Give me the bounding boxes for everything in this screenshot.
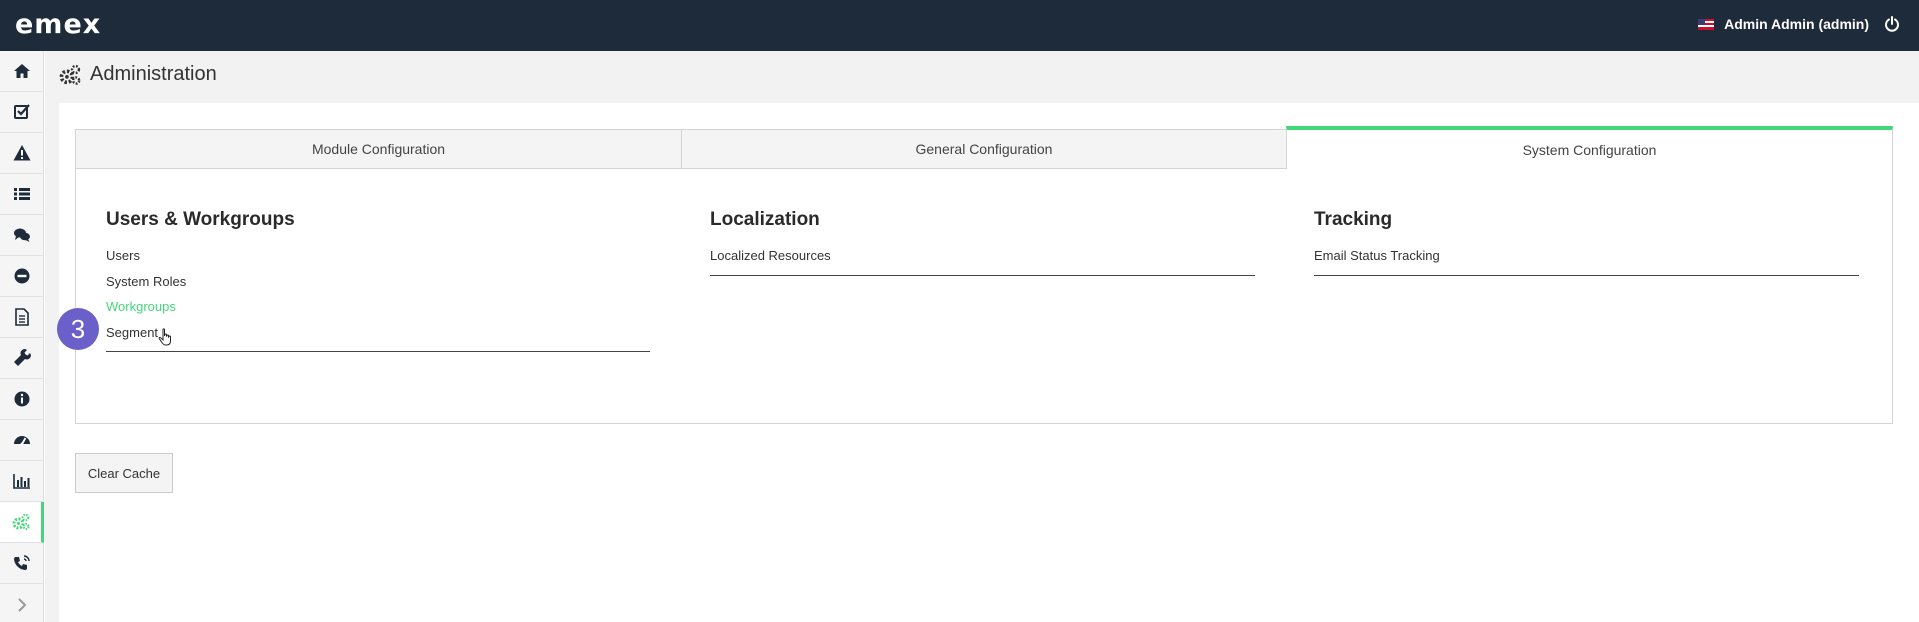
- link-users[interactable]: Users: [106, 243, 650, 269]
- section-title: Users & Workgroups: [106, 209, 295, 230]
- section-divider: [710, 274, 1255, 276]
- link-segment[interactable]: Segment: [106, 320, 650, 346]
- user-menu[interactable]: Admin Admin (admin): [1698, 15, 1901, 33]
- step-badge: 3: [57, 308, 99, 350]
- link-workgroups[interactable]: Workgroups: [106, 294, 650, 320]
- sidebar-item-incidents[interactable]: [0, 133, 44, 174]
- wrench-icon: [14, 349, 31, 366]
- list-icon: [14, 188, 30, 200]
- top-bar: emex Admin Admin (admin): [0, 0, 1919, 51]
- tab-general-configuration[interactable]: General Configuration: [681, 129, 1287, 169]
- page-title: Administration: [90, 63, 217, 85]
- clear-cache-button[interactable]: Clear Cache: [75, 453, 173, 493]
- section-tracking: Tracking Email Status Tracking: [1314, 209, 1859, 276]
- phone-volume-icon: [14, 555, 30, 570]
- sidebar-item-dashboard[interactable]: [0, 420, 44, 461]
- user-name[interactable]: Admin Admin (admin): [1724, 16, 1869, 32]
- link-system-roles[interactable]: System Roles: [106, 269, 650, 295]
- comments-icon: [14, 228, 30, 242]
- link-email-status-tracking[interactable]: Email Status Tracking: [1314, 243, 1859, 269]
- sidebar-item-tools[interactable]: [0, 338, 44, 379]
- tab-system-configuration[interactable]: System Configuration: [1286, 126, 1893, 169]
- home-icon: [14, 64, 30, 78]
- document-icon: [15, 308, 29, 326]
- section-title: Localization: [710, 209, 820, 230]
- sidebar-expand[interactable]: [0, 584, 44, 622]
- sidebar-item-home[interactable]: [0, 51, 44, 92]
- chevron-right-icon: [18, 597, 27, 612]
- uk-flag-icon[interactable]: [1698, 18, 1715, 30]
- section-divider: [106, 351, 650, 352]
- sidebar-item-tasks[interactable]: [0, 92, 44, 133]
- gears-icon: [59, 64, 81, 85]
- power-icon[interactable]: [1883, 15, 1901, 33]
- link-localized-resources[interactable]: Localized Resources: [710, 243, 1255, 269]
- sidebar-item-administration[interactable]: [0, 502, 44, 543]
- warning-icon: [13, 145, 31, 161]
- minus-circle-icon: [14, 268, 30, 284]
- info-icon: [14, 391, 30, 407]
- section-users-workgroups: Users & Workgroups Users System Roles Wo…: [106, 209, 650, 352]
- main-content: Administration Module Configuration Gene…: [45, 51, 1919, 622]
- sidebar: [0, 51, 44, 622]
- sidebar-item-documents[interactable]: [0, 297, 44, 338]
- system-configuration-panel: Users & Workgroups Users System Roles Wo…: [75, 169, 1893, 424]
- content-panel: Module Configuration General Configurati…: [59, 103, 1919, 622]
- config-tabs: Module Configuration General Configurati…: [75, 126, 1893, 169]
- checkbox-icon: [14, 104, 30, 119]
- sidebar-item-info[interactable]: [0, 379, 44, 420]
- hand-cursor-icon: [158, 328, 171, 346]
- section-title: Tracking: [1314, 209, 1393, 230]
- gears-icon: [12, 513, 29, 530]
- bar-chart-icon: [13, 474, 30, 489]
- sidebar-item-lists[interactable]: [0, 174, 44, 215]
- section-localization: Localization Localized Resources: [710, 209, 1255, 276]
- sidebar-item-blocked[interactable]: [0, 256, 44, 297]
- app-logo[interactable]: emex: [15, 9, 101, 41]
- sidebar-item-calls[interactable]: [0, 543, 44, 584]
- tab-module-configuration[interactable]: Module Configuration: [75, 129, 682, 169]
- sidebar-item-messages[interactable]: [0, 215, 44, 256]
- section-divider: [1314, 274, 1859, 276]
- sidebar-item-reports[interactable]: [0, 461, 44, 502]
- page-header: Administration: [59, 63, 217, 86]
- speedometer-icon: [14, 436, 30, 446]
